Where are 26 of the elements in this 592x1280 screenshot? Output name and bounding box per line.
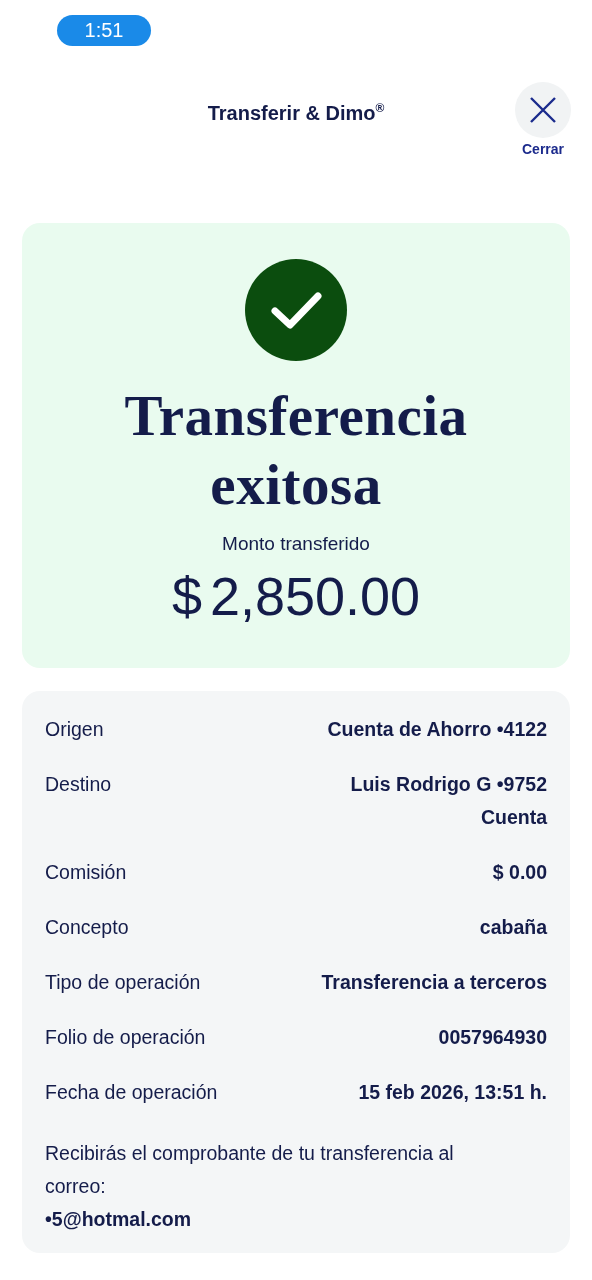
- detail-value: cabaña: [479, 915, 547, 940]
- detail-value: 0057964930: [438, 1025, 547, 1050]
- detail-value: Cuenta de Ahorro •4122: [327, 717, 547, 742]
- detail-label: Folio de operación: [45, 1025, 206, 1050]
- email-address: •5@hotmal.com: [45, 1208, 193, 1231]
- success-title: Transferencia exitosa: [123, 383, 469, 518]
- detail-label: Destino: [45, 772, 112, 797]
- status-time: 1:51: [57, 15, 151, 46]
- detail-label: Fecha de operación: [45, 1080, 218, 1105]
- detail-value: Transferencia a terceros: [321, 970, 547, 995]
- currency-symbol: $: [171, 565, 202, 627]
- email-notice: Recibirás el comprobante de tu transferencia al correo:: [45, 1141, 455, 1199]
- check-icon: [245, 259, 347, 361]
- detail-value: $ 0.00: [492, 860, 547, 885]
- close-label[interactable]: Cerrar: [522, 141, 564, 157]
- detail-label: Tipo de operación: [45, 970, 201, 995]
- amount-value: 2,850.00: [209, 565, 421, 627]
- detail-label: Origen: [45, 717, 104, 742]
- close-button[interactable]: [515, 82, 571, 138]
- screen-title: Transferir & Dimo$^{®}$: [207, 101, 385, 125]
- detail-label: Comisión: [45, 860, 127, 885]
- detail-value: Luis Rodrigo G •9752 Cuenta: [350, 772, 547, 830]
- detail-value: 15 feb 2026, 13:51 h.: [358, 1080, 547, 1105]
- amount-label: Monto transferido: [222, 533, 370, 555]
- close-icon[interactable]: [528, 95, 558, 125]
- detail-label: Concepto: [45, 915, 129, 940]
